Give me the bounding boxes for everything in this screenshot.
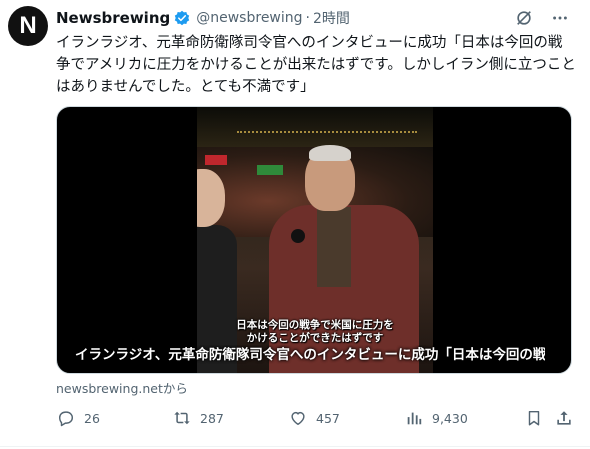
flag xyxy=(205,155,227,165)
reply-icon xyxy=(56,408,76,428)
display-name[interactable]: Newsbrewing xyxy=(56,9,170,27)
verified-badge-icon[interactable] xyxy=(174,10,190,26)
post-text: イランラジオ、元革命防衛隊司令官へのインタビューに成功「日本は今回の戦争でアメリ… xyxy=(56,35,576,95)
banner-calligraphy xyxy=(237,113,417,133)
media-caption: イランラジオ、元革命防衛隊司令官へのインタビューに成功「日本は今回の戦... xyxy=(75,347,545,363)
video-player[interactable]: 日本は今回の戦争で米国に圧力を かけることができたはずです イランラジオ、元革命… xyxy=(56,106,572,374)
interviewee-hair xyxy=(309,145,351,161)
interviewee-scarf xyxy=(317,207,351,287)
repost-count: 287 xyxy=(200,410,224,426)
views-count: 9,430 xyxy=(432,410,468,426)
action-bar: 26 287 457 9,430 xyxy=(56,406,576,430)
repost-button[interactable]: 287 xyxy=(172,406,224,430)
views-button[interactable]: 9,430 xyxy=(404,406,468,430)
microphone xyxy=(291,229,305,243)
reply-button[interactable]: 26 xyxy=(56,406,100,430)
video-frame: 日本は今回の戦争で米国に圧力を かけることができたはずです xyxy=(197,107,433,373)
video-subtitle-line: 日本は今回の戦争で米国に圧力を xyxy=(236,319,394,331)
bookmark-icon xyxy=(524,408,544,428)
avatar[interactable]: N xyxy=(8,6,48,46)
reply-count: 26 xyxy=(84,410,100,426)
like-count: 457 xyxy=(316,410,340,426)
bookmark-button[interactable] xyxy=(524,406,552,430)
handle[interactable]: @newsbrewing xyxy=(196,10,302,26)
separator-dot: · xyxy=(305,10,310,26)
video-subtitle-line: かけることができたはずです xyxy=(246,332,384,344)
timestamp[interactable]: 2時間 xyxy=(313,8,350,28)
background-banner xyxy=(197,107,433,147)
video-subtitle: 日本は今回の戦争で米国に圧力を かけることができたはずです xyxy=(197,319,433,345)
avatar-letter: N xyxy=(19,12,37,39)
post-header: Newsbrewing @newsbrewing · 2時間 xyxy=(56,8,570,28)
views-icon xyxy=(404,408,424,428)
more-icon[interactable] xyxy=(550,8,570,28)
share-icon xyxy=(554,408,574,428)
flag xyxy=(257,165,283,175)
divider xyxy=(0,446,590,447)
source-link[interactable]: newsbrewing.netから xyxy=(56,378,188,397)
share-button[interactable] xyxy=(554,406,582,430)
grok-icon[interactable] xyxy=(514,8,534,28)
like-button[interactable]: 457 xyxy=(288,406,340,430)
like-icon xyxy=(288,408,308,428)
repost-icon xyxy=(172,408,192,428)
header-actions xyxy=(514,8,570,28)
